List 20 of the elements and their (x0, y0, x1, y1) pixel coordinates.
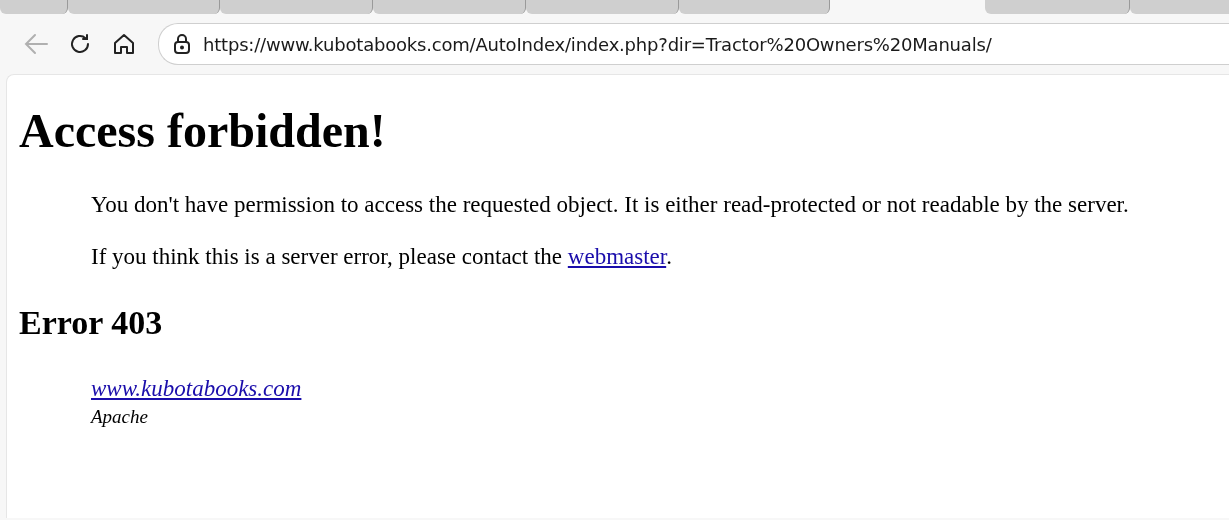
site-link[interactable]: www.kubotabooks.com (91, 376, 302, 402)
url-text: https://www.kubotabooks.com/AutoIndex/index.php?dir=Tractor%20Owners%20Manuals/ (203, 33, 992, 55)
message-text: If you think this is a server error, please contact the webmaster. (91, 244, 673, 270)
webmaster-link[interactable]: webmaster (567, 244, 667, 269)
browser-tab[interactable] (985, 0, 1130, 14)
browser-tab[interactable] (679, 0, 830, 14)
browser-tab[interactable] (68, 0, 220, 14)
lock-icon (173, 34, 191, 54)
browser-tab[interactable] (220, 0, 373, 14)
page-title: Access forbidden! (19, 103, 387, 158)
message-text: You don't have permission to access the requested object. It is either read-protected or not readable by the server. (91, 192, 1130, 218)
browser-tab[interactable] (526, 0, 679, 14)
address-bar[interactable]: https://www.kubotabooks.com/AutoIndex/index.php?dir=Tractor%20Owners%20Manuals/ (158, 23, 1229, 65)
reload-icon (68, 32, 92, 56)
back-arrow-icon (23, 33, 49, 55)
home-icon (112, 32, 136, 56)
server-name: Apache (91, 406, 148, 428)
browser-tab[interactable] (0, 0, 68, 14)
browser-tab[interactable] (373, 0, 526, 14)
error-heading: Error 403 (19, 304, 164, 342)
